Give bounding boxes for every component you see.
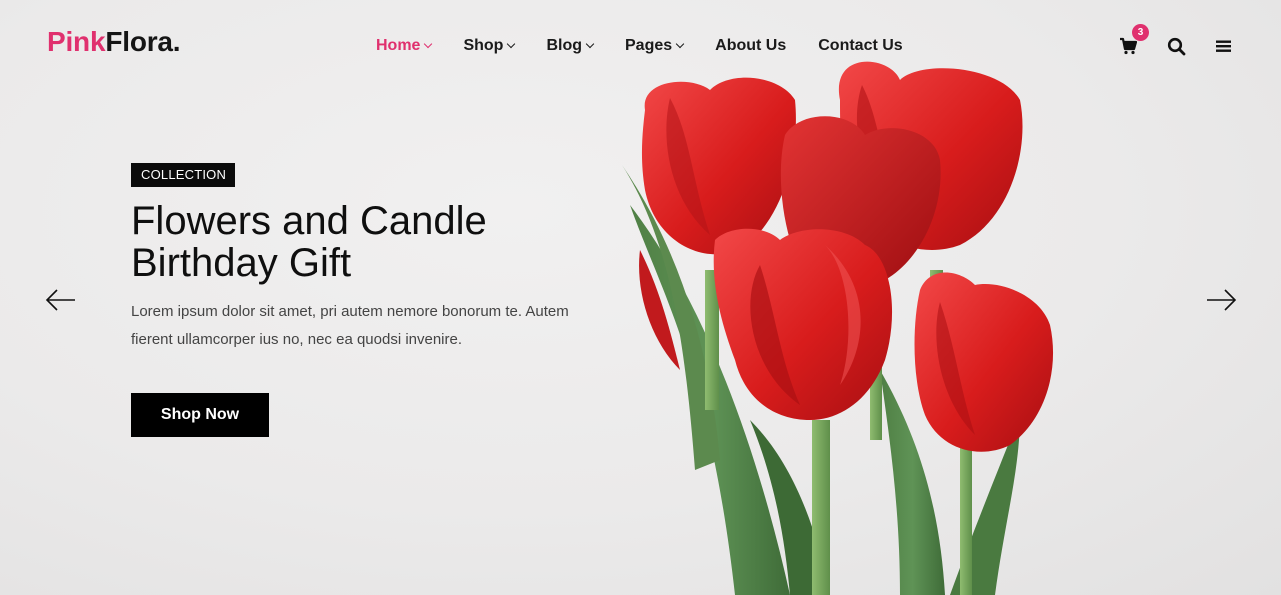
nav-shop[interactable]: Shop — [463, 37, 516, 55]
nav-shop-label: Shop — [463, 37, 504, 54]
hero-title-line2: Birthday Gift — [131, 241, 352, 285]
logo-text-dark: Flora. — [105, 26, 181, 57]
cart-count-badge: 3 — [1132, 24, 1149, 41]
chevron-down-icon — [585, 39, 595, 49]
arrow-left-icon[interactable] — [45, 288, 77, 312]
hero-description: Lorem ipsum dolor sit amet, pri autem ne… — [131, 303, 569, 348]
chevron-down-icon — [424, 39, 433, 49]
menu-icon — [1216, 40, 1231, 52]
header-actions: 3 — [1119, 24, 1235, 57]
cart-button[interactable]: 3 — [1119, 24, 1149, 57]
collection-tag: COLLECTION — [131, 163, 236, 187]
cart-icon — [1120, 37, 1138, 55]
arrow-right-icon[interactable] — [1205, 288, 1237, 312]
shop-now-button[interactable]: Shop Now — [131, 393, 269, 437]
nav-home[interactable]: Home — [376, 37, 433, 55]
hero-tulips-image — [622, 61, 1054, 595]
search-icon — [1167, 37, 1186, 56]
nav-home-label: Home — [376, 37, 421, 54]
logo-text-pink: Pink — [47, 26, 106, 57]
search-button[interactable] — [1167, 37, 1187, 57]
nav-blog[interactable]: Blog — [546, 37, 595, 55]
hero-title-line1: Flowers and Candle — [131, 199, 487, 243]
hero-title: Flowers and Candle Birthday Gift — [131, 200, 601, 284]
menu-button[interactable] — [1215, 37, 1235, 57]
chevron-down-icon — [507, 39, 516, 49]
site-logo[interactable]: PinkFlora. — [47, 26, 181, 58]
nav-blog-label: Blog — [546, 37, 582, 54]
